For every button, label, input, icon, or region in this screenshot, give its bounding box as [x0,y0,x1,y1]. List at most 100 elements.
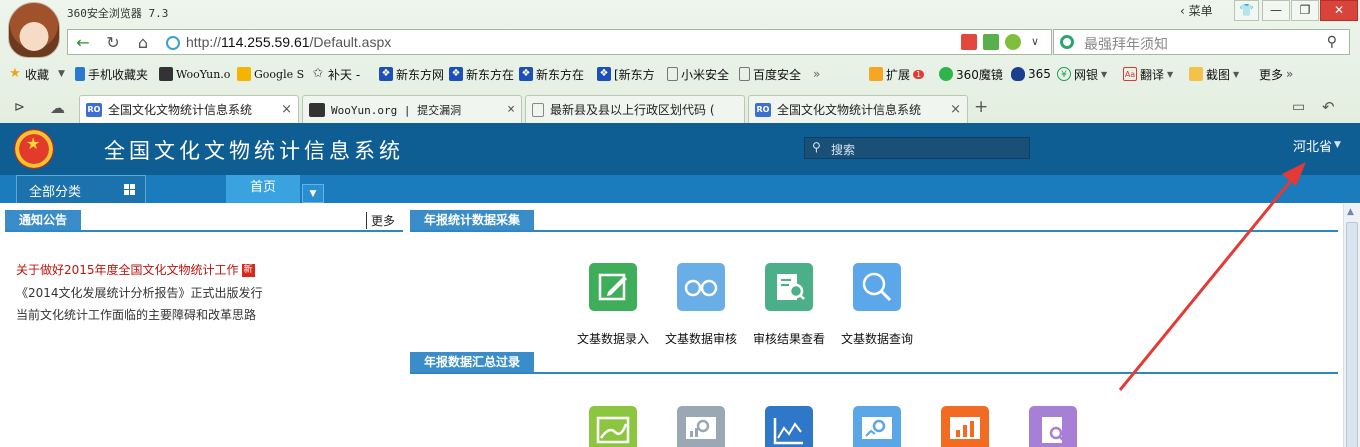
tile-label[interactable]: 文基数据查询 [827,330,927,347]
notice-item[interactable]: 《2014文化发展统计分析报告》正式出版发行 [16,284,263,301]
bookmark-baidu-security[interactable]: 百度安全 [736,63,810,85]
scrollbar-thumb[interactable] [1346,222,1358,447]
close-tab-icon[interactable]: × [950,102,961,117]
monitor-analytics-icon[interactable] [853,406,901,447]
close-tab-icon[interactable]: × [281,102,292,117]
close-tab-icon[interactable]: × [507,102,515,117]
province-selector[interactable]: 河北省 [1293,136,1332,155]
sidebar-toggle-icon[interactable]: ⊳ [14,100,25,115]
new-tab-button[interactable]: + [974,97,988,117]
more-bookmarks-icon[interactable]: » [813,67,853,81]
presentation-chart-icon[interactable] [941,406,989,447]
section-header: 年报统计数据采集 [410,210,1338,232]
butian-icon: ✩ [312,66,324,81]
shield-icon [1011,67,1025,81]
close-window-button[interactable]: ✕ [1320,0,1358,21]
tab-item[interactable]: 最新县及县以上行政区划代码 ( [525,95,745,123]
toolbar-label: 翻译 [1140,67,1165,82]
glasses-icon[interactable] [677,263,725,311]
bookmark-mobile[interactable]: 手机收藏夹 [72,63,156,85]
notice-item[interactable]: 当前文化统计工作面临的主要障碍和改革思路 [16,306,256,323]
tab-list-icon[interactable]: ▭ [1292,99,1305,115]
bookmark-xdf-4[interactable]: ❖ [新东方 [594,63,664,85]
toolbar-365[interactable]: 365 [1008,63,1054,85]
browser-search-input[interactable]: 最强拜年须知 [1084,34,1168,54]
caret-down-icon[interactable]: ▼ [1334,140,1341,150]
bookmark-label: 新东方网 [396,67,445,82]
maximize-button[interactable]: ❐ [1291,0,1319,21]
tab-item[interactable]: WooYun.org | 提交漏洞 × [302,95,522,123]
notification-badge: 1 [913,69,925,79]
phone-icon [75,67,85,81]
minimize-button[interactable]: — [1262,0,1290,21]
toolbar-label: 截图 [1206,67,1231,82]
area-chart-icon[interactable] [589,406,637,447]
notice-more-link[interactable]: 更多 [365,212,395,229]
bookmark-google[interactable]: Google S [234,63,308,85]
site-header: 全国文化文物统计信息系统 ⚲ 搜索 河北省 ▼ [0,123,1360,175]
edit-icon[interactable] [589,263,637,311]
grid-icon [124,184,135,195]
toolbar-ebank[interactable]: ¥ 网银 ▼ [1054,63,1120,85]
bookmark-mi-security[interactable]: 小米安全 [664,63,736,85]
cloud-icon[interactable]: ☁ [50,99,65,117]
toolbar-more[interactable]: 更多 » [1256,63,1302,85]
tab-item[interactable]: RO 全国文化文物统计信息系统 × [79,95,299,123]
report-search-icon[interactable] [765,263,813,311]
toolbar-extensions[interactable]: 扩展 1 [866,63,936,85]
all-categories-button[interactable]: 全部分类 [16,175,146,203]
bookmark-label: 补天 - [328,67,361,82]
site-favicon: RO [86,102,102,117]
refresh-icon[interactable]: ↻ [102,33,124,53]
page-scrollbar[interactable]: ▲ [1343,204,1360,447]
tile-label[interactable]: 文基数据录入 [563,330,663,347]
site-search-box[interactable]: ⚲ 搜索 [804,137,1030,159]
tab-home[interactable]: 首页 [226,175,300,203]
web-page: 全国文化文物统计信息系统 ⚲ 搜索 河北省 ▼ 全部分类 首页 ▼ 通知公告 更… [0,123,1360,447]
bookmark-xdf-2[interactable]: ❖ 新东方在 [446,63,516,85]
site-search-input[interactable]: 搜索 [831,141,855,158]
national-emblem-icon [14,129,54,169]
bookmark-label: 小米安全 [681,67,730,82]
toolbar-mojing[interactable]: 360魔镜 [936,63,1008,85]
search-icon[interactable]: ⚲ [1327,34,1337,50]
document-search-icon[interactable] [1029,406,1077,447]
url-text[interactable]: http://114.255.59.61/Default.aspx [186,34,391,50]
address-bar[interactable]: ← ↻ ⌂ http://114.255.59.61/Default.aspx … [67,29,1052,55]
magnifier-icon[interactable] [853,263,901,311]
chevron-down-icon[interactable]: ▼ [302,184,324,203]
back-icon[interactable]: ← [72,33,94,53]
qr-code-icon[interactable] [983,34,999,50]
monitor-search-icon[interactable] [677,406,725,447]
browser-search-box[interactable]: 最强拜年须知 ⚲ [1053,29,1350,55]
undo-close-icon[interactable]: ↶ [1322,98,1335,116]
menu-button[interactable]: ‹ 菜单 [1180,2,1213,19]
search-engine-icon[interactable] [1060,35,1074,49]
url-scheme: http:// [186,34,222,50]
bookmark-label: 手机收藏夹 [88,67,149,82]
ie-mode-icon[interactable] [1005,34,1021,50]
tab-item[interactable]: RO 全国文化文物统计信息系统 × [748,95,968,123]
section-header: 年报数据汇总过录 [410,352,1338,374]
bookmark-wooyun[interactable]: WooYun.o [156,63,234,85]
bookmark-xdf-3[interactable]: ❖ 新东方在 [516,63,594,85]
dropdown-chevron-icon[interactable]: ∨ [1027,34,1043,50]
tile-label[interactable]: 审核结果查看 [739,330,839,347]
home-icon[interactable]: ⌂ [132,33,154,53]
skin-button[interactable]: 👕 [1234,0,1259,21]
bookmark-xdf-1[interactable]: ❖ 新东方网 [376,63,446,85]
calendar-icon[interactable] [961,34,977,50]
toolbar-translate[interactable]: Aa 翻译 ▼ [1120,63,1186,85]
browser-chrome: 360安全浏览器 7.3 ‹ 菜单 👕 — ❐ ✕ ← ↻ ⌂ http://1… [0,0,1360,123]
section-title: 年报统计数据采集 [410,210,535,230]
url-path: /Default.aspx [309,34,392,50]
bookmark-butian[interactable]: ✩ 补天 - [308,63,376,85]
scroll-up-icon[interactable]: ▲ [1347,207,1354,217]
toolbar-screenshot[interactable]: 截图 ▼ [1186,63,1256,85]
bookmark-favorites[interactable]: ★ 收藏 ▼ [0,63,72,85]
line-chart-icon[interactable] [765,406,813,447]
user-avatar[interactable] [8,2,60,58]
tile-label[interactable]: 文基数据审核 [651,330,751,347]
tab-label: 全国文化文物统计信息系统 [777,103,922,117]
notice-item[interactable]: 关于做好2015年度全国文化文物统计工作新 [16,261,255,278]
